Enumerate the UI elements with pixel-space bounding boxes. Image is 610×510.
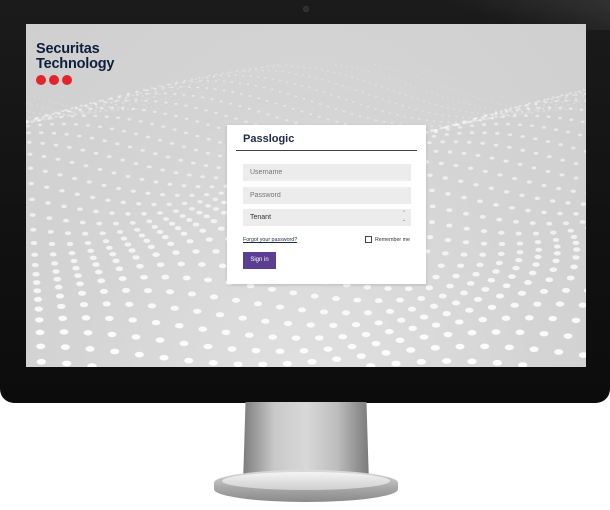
- screen: Securitas Technology Passlogic Tenant ⌃⌄…: [26, 24, 586, 367]
- brand-dot: [62, 75, 72, 85]
- title-divider: [236, 150, 417, 151]
- monitor-bezel: Securitas Technology Passlogic Tenant ⌃⌄…: [0, 0, 610, 403]
- remember-me[interactable]: Remember me: [364, 236, 410, 243]
- brand-dot: [36, 75, 46, 85]
- tenant-select[interactable]: Tenant ⌃ ⌄: [243, 209, 411, 226]
- login-title: Passlogic: [243, 133, 295, 145]
- select-arrows-icon: ⌃ ⌄: [401, 210, 406, 223]
- remember-me-checkbox[interactable]: [364, 236, 372, 243]
- username-input[interactable]: [243, 164, 411, 181]
- brand-name-line2: Technology: [36, 56, 115, 72]
- brand-name-line1: Securitas: [36, 41, 100, 57]
- sign-in-button[interactable]: Sign in: [243, 252, 276, 269]
- webcam-icon: [303, 6, 309, 12]
- monitor-stand-base-top: [222, 472, 390, 490]
- login-card: Passlogic Tenant ⌃⌄ Forgot your password…: [227, 125, 426, 284]
- brand-logo: Securitas Technology: [36, 42, 114, 85]
- forgot-password-link[interactable]: Forgot your password?: [243, 237, 297, 243]
- remember-me-label: Remember me: [374, 236, 410, 243]
- brand-dots: [36, 75, 114, 85]
- brand-dot: [49, 75, 59, 85]
- password-input[interactable]: [243, 187, 411, 204]
- tenant-select-value: Tenant: [250, 214, 272, 221]
